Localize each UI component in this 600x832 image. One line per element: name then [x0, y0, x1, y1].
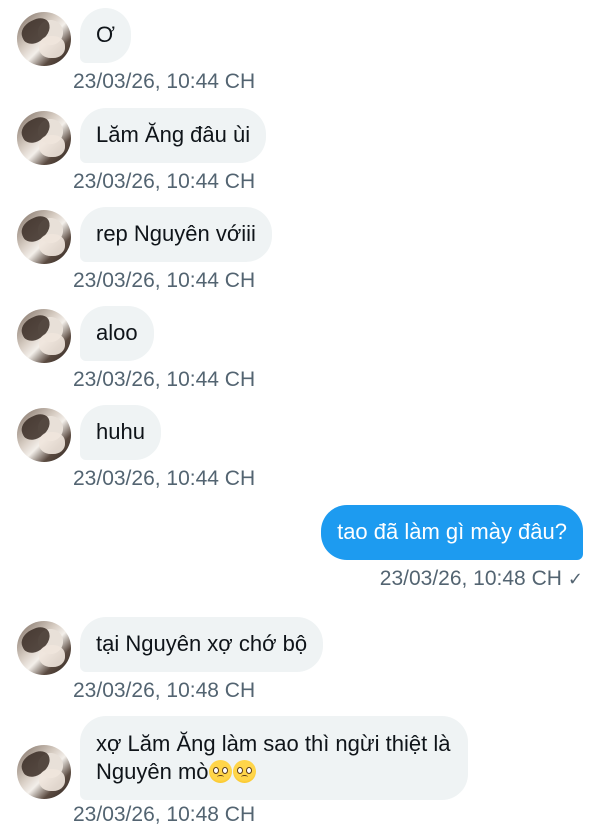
message-timestamp: 23/03/26, 10:48 CH: [73, 679, 256, 702]
message-timestamp: 23/03/26, 10:48 CH: [73, 803, 256, 826]
avatar[interactable]: [17, 210, 71, 264]
message-bubble[interactable]: aloo: [80, 306, 154, 361]
message-timestamp: 23/03/26, 10:44 CH: [73, 269, 256, 292]
message-timestamp: 23/03/26, 10:44 CH: [73, 368, 256, 391]
message-timestamp: 23/03/26, 10:44 CH: [73, 467, 256, 490]
avatar[interactable]: [17, 309, 71, 363]
avatar[interactable]: [17, 12, 71, 66]
timestamp-text: 23/03/26, 10:48 CH: [379, 567, 562, 590]
pleading-face-emoji: [232, 760, 256, 783]
message-bubble[interactable]: rep Nguyên vớiii: [80, 207, 272, 262]
checkmark-icon: ✓: [567, 569, 583, 589]
avatar[interactable]: [17, 111, 71, 165]
avatar[interactable]: [17, 621, 71, 675]
pleading-face-emoji: [208, 760, 232, 783]
message-bubble[interactable]: tao đã làm gì mày đâu?: [321, 505, 583, 560]
message-text: xợ Lăm Ăng làm sao thì ngừi thiệt là Ngu…: [96, 731, 451, 784]
message-bubble[interactable]: tại Nguyên xợ chớ bộ: [80, 617, 324, 672]
message-timestamp: 23/03/26, 10:48 CH ✓: [380, 567, 583, 591]
message-bubble[interactable]: xợ Lăm Ăng làm sao thì ngừi thiệt là Ngu…: [80, 716, 468, 800]
avatar[interactable]: [17, 745, 71, 799]
message-bubble[interactable]: Ơ: [80, 8, 131, 63]
message-timestamp: 23/03/26, 10:44 CH: [73, 170, 256, 193]
message-timestamp: 23/03/26, 10:44 CH: [73, 70, 256, 93]
message-bubble[interactable]: huhu: [80, 405, 161, 460]
message-bubble[interactable]: Lăm Ăng đâu ùi: [80, 108, 267, 163]
avatar[interactable]: [17, 408, 71, 462]
